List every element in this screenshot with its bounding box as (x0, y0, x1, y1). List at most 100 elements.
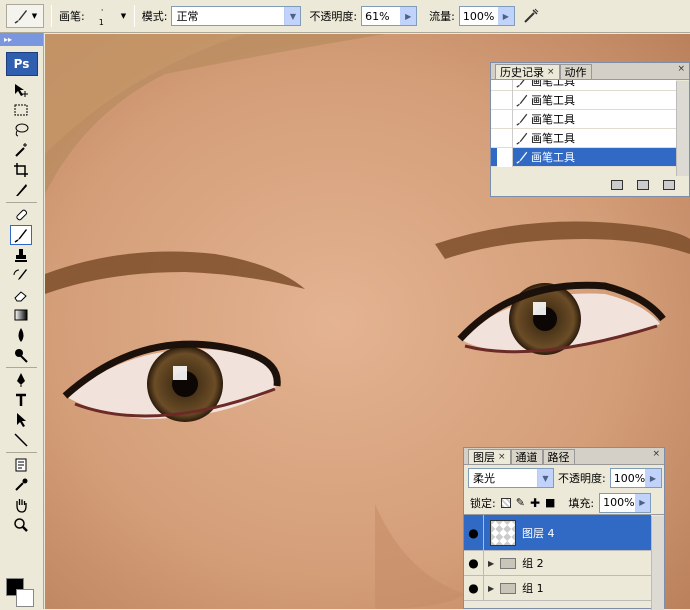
layer-name[interactable]: 图层 4 (522, 525, 555, 541)
toolbox: ▸▸ Ps (0, 33, 44, 609)
layer-opacity-label: 不透明度: (558, 472, 606, 485)
history-brush-icon (13, 269, 27, 280)
eye-icon: ● (468, 581, 479, 595)
close-icon[interactable]: × (547, 67, 555, 77)
visibility-toggle[interactable]: ● (464, 550, 484, 576)
layer-row-selected[interactable]: ● 图层 4 (464, 514, 651, 551)
lock-label: 锁定: (470, 496, 496, 510)
move-tool[interactable] (10, 80, 32, 100)
expand-triangle-icon[interactable]: ▶ (488, 559, 494, 568)
brush-label: 画笔: (59, 10, 85, 23)
history-source-checkbox[interactable] (497, 128, 513, 148)
move-icon (15, 84, 28, 97)
history-source-checkbox[interactable] (497, 90, 513, 110)
visibility-toggle[interactable]: ● (464, 514, 484, 551)
lock-transparency-icon[interactable] (500, 497, 511, 508)
type-tool[interactable] (10, 390, 32, 410)
path-select-tool[interactable] (10, 410, 32, 430)
history-source-checkbox[interactable] (497, 80, 513, 91)
tab-channels[interactable]: 通道 (510, 449, 543, 464)
eyedropper-tool[interactable] (10, 475, 32, 495)
chevron-right-icon[interactable]: ▶ (634, 493, 651, 512)
chevron-right-icon[interactable]: ▶ (400, 7, 417, 25)
crop-tool[interactable] (10, 160, 32, 180)
chevron-down-icon[interactable]: ▼ (537, 469, 553, 487)
eraser-tool[interactable] (10, 285, 32, 305)
opacity-field[interactable]: 61% ▶ (361, 6, 418, 26)
healing-brush-tool[interactable] (10, 205, 32, 225)
flow-value: 100% (462, 9, 495, 23)
chevron-right-icon[interactable]: ▶ (497, 7, 514, 25)
mode-label: 模式: (141, 10, 168, 23)
slice-tool[interactable] (10, 180, 32, 200)
clone-stamp-tool[interactable] (10, 245, 32, 265)
layer-opacity-field[interactable]: 100% ▶ (609, 468, 662, 488)
visibility-toggle[interactable]: ● (464, 575, 484, 601)
layer-row[interactable]: ● ▶ 组 2 (464, 550, 651, 576)
pen-tool[interactable] (10, 370, 32, 390)
flow-field[interactable]: 100% ▶ (458, 6, 515, 26)
panel-menu-icon[interactable]: × (677, 64, 685, 74)
history-brush-tool[interactable] (10, 265, 32, 285)
new-document-from-state-icon[interactable] (611, 180, 623, 190)
chevron-right-icon[interactable]: ▶ (645, 469, 661, 487)
history-row-selected[interactable]: 画笔工具 (491, 147, 676, 167)
fill-field[interactable]: 100% ▶ (599, 492, 652, 513)
blur-tool[interactable] (10, 325, 32, 345)
layers-scrollbar[interactable] (651, 516, 664, 610)
gradient-tool[interactable] (10, 305, 32, 325)
trash-icon[interactable] (663, 180, 675, 190)
tab-history[interactable]: 历史记录 × (495, 64, 560, 79)
brush-tool[interactable] (10, 225, 32, 245)
tab-layers[interactable]: 图层 × (468, 449, 511, 464)
fill-label: 填充: (568, 496, 595, 510)
lock-pixels-icon[interactable]: ✎ (516, 496, 525, 509)
history-row[interactable]: 画笔工具 (491, 128, 676, 148)
lock-all-icon[interactable]: ■ (545, 496, 555, 509)
chevron-down-icon[interactable]: ▼ (284, 7, 301, 25)
snapshot-icon[interactable] (637, 180, 649, 190)
airbrush-toggle[interactable] (519, 4, 543, 28)
panel-menu-icon[interactable]: × (652, 449, 660, 459)
hand-tool[interactable] (10, 495, 32, 515)
mode-select[interactable]: 正常 ▼ (171, 6, 302, 26)
layer-name[interactable]: 组 1 (522, 580, 544, 596)
dodge-tool[interactable] (10, 345, 32, 365)
marquee-icon (14, 104, 28, 116)
zoom-tool[interactable] (10, 515, 32, 535)
magic-wand-tool[interactable] (10, 140, 32, 160)
brush-icon (516, 151, 528, 164)
ps-logo[interactable]: Ps (5, 52, 38, 76)
tab-history-label: 历史记录 (500, 66, 544, 79)
airbrush-icon (524, 8, 539, 23)
blend-mode-select[interactable]: 柔光 ▼ (468, 468, 554, 488)
brush-picker[interactable]: · 1 ▼ (89, 4, 127, 28)
zoom-icon (14, 518, 28, 532)
expand-triangle-icon[interactable]: ▶ (488, 584, 494, 593)
history-scrollbar[interactable] (676, 81, 689, 176)
line-tool[interactable] (10, 430, 32, 450)
layer-row[interactable]: ● ▶ 组 1 (464, 575, 651, 601)
close-icon[interactable]: × (498, 452, 506, 462)
notes-tool[interactable] (10, 455, 32, 475)
tab-channels-label: 通道 (515, 451, 538, 464)
tab-actions[interactable]: 动作 (559, 64, 592, 79)
tool-preset-picker[interactable]: ▼ (6, 4, 44, 28)
history-row[interactable]: 画笔工具 (491, 80, 676, 91)
history-row[interactable]: 画笔工具 (491, 109, 676, 129)
lasso-tool[interactable] (10, 120, 32, 140)
history-row[interactable]: 画笔工具 (491, 90, 676, 110)
brush-icon (516, 80, 525, 88)
layer-name[interactable]: 组 2 (522, 555, 544, 571)
toolbox-grip[interactable]: ▸▸ (0, 33, 43, 46)
background-color-swatch[interactable] (16, 589, 34, 607)
history-source-checkbox[interactable] (497, 147, 513, 167)
divider (6, 202, 37, 203)
tab-paths[interactable]: 路径 (542, 449, 575, 464)
layer-thumbnail (490, 519, 516, 546)
history-source-checkbox[interactable] (497, 109, 513, 129)
lock-position-icon[interactable]: ✚ (530, 496, 540, 510)
folder-icon (500, 582, 517, 594)
marquee-tool[interactable] (10, 100, 32, 120)
tab-actions-label: 动作 (564, 66, 587, 79)
